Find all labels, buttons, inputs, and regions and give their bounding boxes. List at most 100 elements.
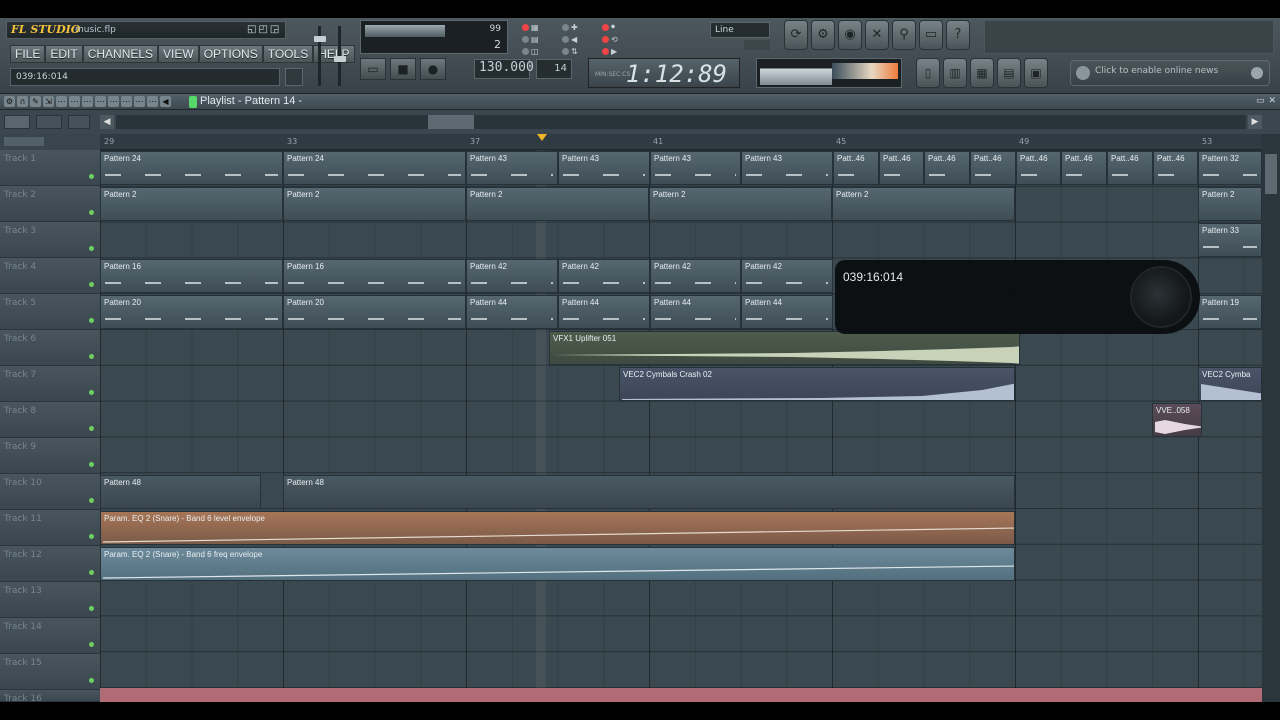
automation-clip[interactable]: Param. EQ 2 (Snare) - Band 6 freq envelo… — [100, 547, 1015, 581]
menu-file[interactable]: FILE — [10, 45, 46, 63]
maximize-icon[interactable]: ▭ — [1256, 96, 1265, 106]
mute-led[interactable] — [89, 570, 94, 575]
clipboard-icon[interactable]: ▭ — [919, 20, 943, 50]
tool-icon[interactable]: ⋯ — [134, 96, 145, 107]
track-header[interactable]: Track 8 — [0, 402, 100, 438]
menu-view[interactable]: VIEW — [158, 45, 199, 63]
close-icon[interactable]: ✕ — [865, 20, 889, 50]
mute-led[interactable] — [89, 426, 94, 431]
stop-button[interactable]: ■ — [390, 58, 416, 80]
pattern-clip[interactable]: Pattern 2 — [100, 187, 283, 221]
pattern-clip[interactable]: Pattern 2 — [1198, 187, 1262, 221]
track-header[interactable]: Track 7 — [0, 366, 100, 402]
pattern-clip[interactable]: Pattern 16 — [100, 259, 283, 293]
track-header[interactable]: Track 11 — [0, 510, 100, 546]
pattern-clip[interactable]: Pattern 2 — [649, 187, 832, 221]
pattern-clip[interactable]: Pattern 43 — [558, 151, 650, 185]
scroll-toggle[interactable]: ▶ — [602, 47, 642, 56]
audio-clip[interactable]: VEC2 Cymbals Crash 02 — [619, 367, 1015, 401]
pattern-clip[interactable]: Patt..46 — [833, 151, 879, 185]
pattern-clip[interactable]: Patt..46 — [1107, 151, 1153, 185]
tool-icon[interactable]: ⋯ — [147, 96, 158, 107]
track-header[interactable]: Track 2 — [0, 186, 100, 222]
playlist-mode-button[interactable] — [4, 115, 30, 129]
track-header[interactable]: Track 4 — [0, 258, 100, 294]
vertical-scroll-thumb[interactable] — [1265, 154, 1277, 194]
pattern-clip[interactable]: Patt..46 — [1061, 151, 1107, 185]
vertical-scrollbar[interactable] — [1262, 134, 1280, 702]
pattern-clip[interactable]: Pattern 19 — [1198, 295, 1262, 329]
mute-led[interactable] — [89, 498, 94, 503]
track-header[interactable]: Track 9 — [0, 438, 100, 474]
step-edit-toggle[interactable]: ✚ — [562, 22, 602, 32]
track-header[interactable]: Track 1 — [0, 150, 100, 186]
pattern-clip[interactable]: Pattern 44 — [650, 295, 741, 329]
piano-roll-icon[interactable]: ▦ — [970, 58, 994, 88]
playlist-zoom-button[interactable] — [68, 115, 90, 129]
track-header[interactable]: Track 6 — [0, 330, 100, 366]
tool-icon[interactable]: ⋯ — [69, 96, 80, 107]
track-header[interactable]: Track 15 — [0, 654, 100, 690]
master-pitch-slider[interactable] — [334, 56, 346, 62]
pattern-clip[interactable]: Pattern 44 — [558, 295, 650, 329]
tool-icon[interactable]: ⋯ — [82, 96, 93, 107]
pattern-clip[interactable]: Patt..46 — [1153, 151, 1198, 185]
pattern-clip[interactable]: Pattern 48 — [283, 475, 1015, 509]
pattern-clip[interactable]: Pattern 44 — [741, 295, 833, 329]
audio-clip[interactable]: VFX1 Uplifter 051 — [549, 331, 1020, 365]
menu-options[interactable]: OPTIONS — [198, 45, 263, 63]
tool-icon[interactable]: ⋯ — [121, 96, 132, 107]
track-header[interactable]: Track 14 — [0, 618, 100, 654]
playhead-marker[interactable] — [537, 134, 547, 141]
loop-record-toggle[interactable]: ⟲ — [602, 35, 642, 44]
brush-icon[interactable]: ⇲ — [43, 96, 54, 107]
pattern-clip[interactable]: Pattern 42 — [558, 259, 650, 293]
track-header[interactable]: Track 12 — [0, 546, 100, 582]
pattern-clip[interactable]: Pattern 2 — [466, 187, 649, 221]
track-header[interactable]: Track 3 — [0, 222, 100, 258]
playlist-view-button[interactable] — [36, 115, 62, 129]
metronome-toggle[interactable]: ▤ — [522, 35, 562, 44]
typing-keyboard-toggle[interactable]: ⇅ — [562, 47, 602, 56]
playlist-title-bar[interactable]: ⚙ ∩ ✎ ⇲ ⋯ ⋯ ⋯ ⋯ ⋯ ⋯ ⋯ ⋯ ◀ Playlist - Pat… — [0, 94, 1280, 110]
playlist-grid[interactable]: Pattern 24 Pattern 24 Pattern 43 Pattern… — [100, 150, 1262, 702]
undo-icon[interactable]: ⟳ — [784, 20, 808, 50]
close-icon[interactable]: ✕ — [1268, 96, 1276, 106]
track-header[interactable]: Track 13 — [0, 582, 100, 618]
master-volume-slider[interactable] — [314, 36, 326, 42]
playlist-window-icon[interactable]: ▯ — [916, 58, 940, 88]
countdown-toggle[interactable]: ◫ — [522, 47, 562, 56]
window-layout-buttons[interactable]: ◱◰◲ — [247, 24, 281, 35]
mute-led[interactable] — [89, 390, 94, 395]
track-header[interactable]: Track 16 — [0, 690, 100, 704]
record-button[interactable]: ● — [420, 58, 446, 80]
tool-icon[interactable]: ⋯ — [95, 96, 106, 107]
jog-knob[interactable] — [1130, 266, 1192, 328]
mute-led[interactable] — [89, 462, 94, 467]
step-sequencer-icon[interactable]: ▥ — [943, 58, 967, 88]
mute-led[interactable] — [89, 318, 94, 323]
mute-led[interactable] — [89, 642, 94, 647]
snap-dropdown-arrow[interactable] — [744, 40, 770, 50]
audio-clip[interactable]: VEC2 Cymba — [1198, 367, 1262, 401]
browser-icon[interactable]: ▤ — [997, 58, 1021, 88]
pattern-clip[interactable]: Patt..46 — [879, 151, 924, 185]
record-toggle[interactable]: ▦ — [522, 22, 562, 32]
help-icon[interactable]: ? — [946, 20, 970, 50]
scroll-left-icon[interactable]: ◀ — [100, 115, 114, 129]
pattern-clip[interactable]: Pattern 2 — [283, 187, 466, 221]
track-16-strip[interactable] — [100, 688, 1262, 702]
song-time-display[interactable]: MIN:SEC:CS 1:12:89 — [588, 58, 740, 88]
magnet-icon[interactable]: ∩ — [17, 96, 28, 107]
pattern-clip[interactable]: Pattern 20 — [283, 295, 466, 329]
mute-led[interactable] — [89, 678, 94, 683]
mute-led[interactable] — [89, 210, 94, 215]
pattern-clip[interactable]: Pattern 2 — [832, 187, 1015, 221]
record-audio-icon[interactable]: ◉ — [838, 20, 862, 50]
track-header-control[interactable] — [4, 137, 44, 146]
pattern-clip[interactable]: Pattern 33 — [1198, 223, 1262, 257]
mute-led[interactable] — [89, 534, 94, 539]
search-icon[interactable]: ⚲ — [892, 20, 916, 50]
pattern-clip[interactable]: Pattern 24 — [100, 151, 283, 185]
pattern-clip[interactable]: Patt..46 — [970, 151, 1016, 185]
